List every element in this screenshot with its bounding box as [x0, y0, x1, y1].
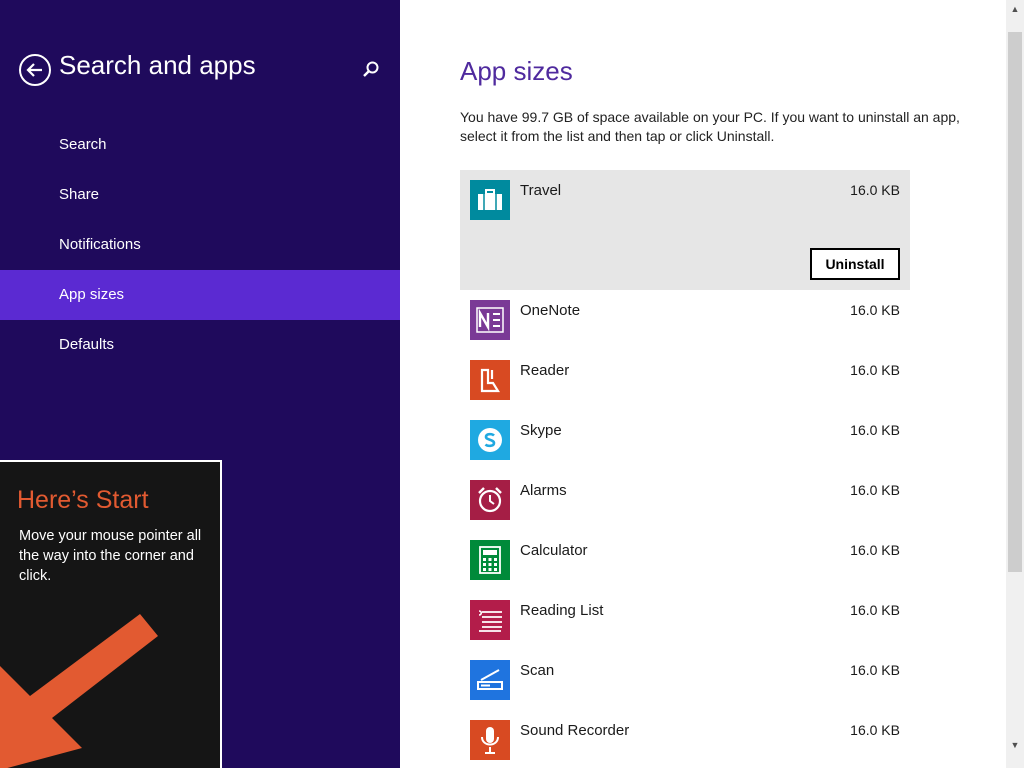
app-size: 16.0 KB: [850, 722, 900, 738]
app-name: Reader: [520, 362, 570, 379]
reading-list-icon: [478, 610, 502, 632]
app-tile: [470, 180, 510, 220]
app-name: Travel: [520, 182, 562, 199]
app-item-skype[interactable]: Skype 16.0 KB: [460, 410, 910, 470]
scanner-icon: [477, 669, 503, 690]
search-icon: [363, 61, 379, 77]
skype-icon: [478, 428, 502, 452]
pane-title: Search and apps: [59, 50, 256, 80]
down-left-arrow-icon: [0, 614, 158, 768]
app-tile: [470, 300, 510, 340]
sidebar-item-share[interactable]: Share: [0, 170, 400, 220]
app-size: 16.0 KB: [850, 362, 900, 378]
app-list: Travel 16.0 KB Uninstall OneNote 16.0 KB: [460, 170, 910, 768]
app-name: Calculator: [520, 542, 588, 559]
scroll-up-arrow-icon[interactable]: ▲: [1006, 0, 1024, 18]
app-item-reader[interactable]: Reader 16.0 KB: [460, 350, 910, 410]
app-sizes-page: App sizes You have 99.7 GB of space avai…: [400, 0, 1006, 768]
page-title: App sizes: [460, 56, 573, 86]
scroll-thumb[interactable]: [1008, 32, 1022, 572]
start-tip-text: Move your mouse pointer all the way into…: [19, 528, 202, 584]
app-name: Reading List: [520, 602, 604, 619]
suitcase-icon: [478, 189, 502, 210]
app-tile: [470, 660, 510, 700]
app-name: Alarms: [520, 482, 567, 499]
app-size: 16.0 KB: [850, 482, 900, 498]
back-button[interactable]: [19, 54, 51, 86]
app-name: Skype: [520, 422, 562, 439]
app-size: 16.0 KB: [850, 422, 900, 438]
calculator-icon: [479, 546, 501, 574]
app-item-alarms[interactable]: Alarms 16.0 KB: [460, 470, 910, 530]
search-button[interactable]: [361, 60, 381, 80]
app-name: Scan: [520, 662, 555, 679]
storage-info-text: You have 99.7 GB of space available on y…: [460, 109, 960, 144]
app-size: 16.0 KB: [850, 302, 900, 318]
app-size: 16.0 KB: [850, 662, 900, 678]
app-item-sound-recorder[interactable]: Sound Recorder 16.0 KB: [460, 710, 910, 768]
app-tile: [470, 420, 510, 460]
app-item-onenote[interactable]: OneNote 16.0 KB: [460, 290, 910, 350]
alarm-clock-icon: [478, 487, 502, 513]
uninstall-button[interactable]: Uninstall: [810, 248, 900, 280]
back-arrow-icon: [26, 63, 42, 77]
app-size: 16.0 KB: [850, 542, 900, 558]
app-name: Sound Recorder: [520, 722, 630, 739]
onenote-icon: [476, 307, 504, 333]
scroll-down-arrow-icon[interactable]: ▼: [1006, 736, 1024, 754]
app-tile: [470, 480, 510, 520]
sidebar-item-notifications[interactable]: Notifications: [0, 220, 400, 270]
nav-list: Search Share Notifications App sizes Def…: [0, 120, 400, 370]
settings-nav-pane: Search and apps Search Share Notificatio…: [0, 0, 400, 768]
vertical-scrollbar[interactable]: ▲ ▼: [1006, 0, 1024, 768]
app-size: 16.0 KB: [850, 602, 900, 618]
app-item-reading-list[interactable]: Reading List 16.0 KB: [460, 590, 910, 650]
sidebar-item-defaults[interactable]: Defaults: [0, 320, 400, 370]
sidebar-item-app-sizes[interactable]: App sizes: [0, 270, 400, 320]
pane-header: Search and apps: [19, 50, 389, 88]
microphone-icon: [481, 727, 499, 754]
app-name: OneNote: [520, 302, 581, 319]
app-tile: [470, 360, 510, 400]
app-item-travel[interactable]: Travel 16.0 KB Uninstall: [460, 170, 910, 290]
start-tip-panel: Here’s Start Move your mouse pointer all…: [0, 460, 222, 768]
app-tile: [470, 720, 510, 760]
reader-icon: [480, 368, 500, 393]
app-size: 16.0 KB: [850, 182, 900, 198]
app-item-calculator[interactable]: Calculator 16.0 KB: [460, 530, 910, 590]
sidebar-item-search[interactable]: Search: [0, 120, 400, 170]
start-tip-title: Here’s Start: [17, 486, 149, 514]
app-tile: [470, 600, 510, 640]
app-tile: [470, 540, 510, 580]
app-item-scan[interactable]: Scan 16.0 KB: [460, 650, 910, 710]
